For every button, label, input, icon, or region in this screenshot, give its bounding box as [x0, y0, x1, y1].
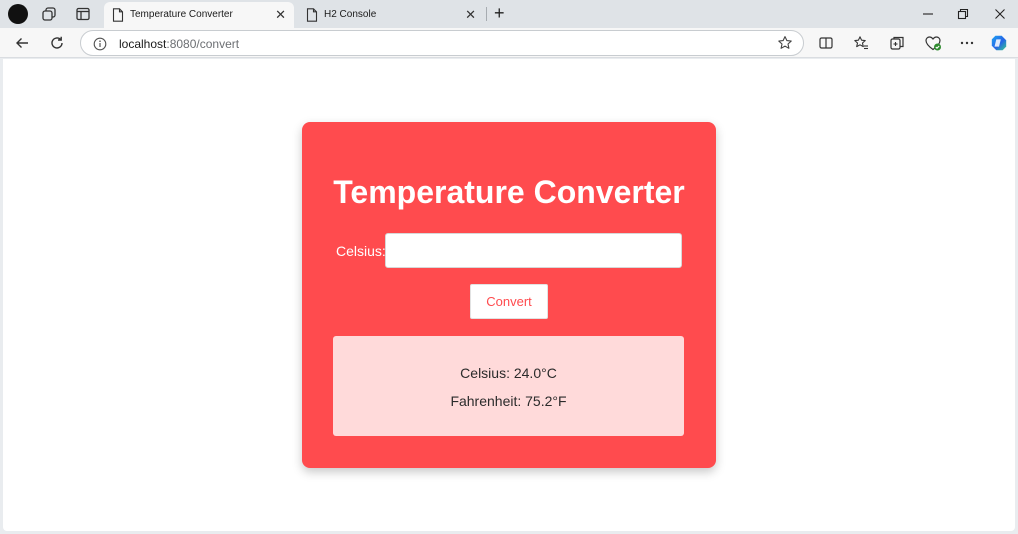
- refresh-icon[interactable]: [47, 33, 67, 53]
- celsius-input[interactable]: [385, 233, 682, 268]
- vertical-tabs-icon[interactable]: [74, 5, 92, 23]
- copilot-icon[interactable]: [990, 34, 1008, 52]
- page-viewport: Temperature Converter Celsius: Convert C…: [3, 59, 1015, 531]
- more-icon[interactable]: [958, 34, 976, 52]
- collections-icon[interactable]: [888, 34, 906, 52]
- converter-card: Temperature Converter Celsius: Convert C…: [302, 122, 716, 468]
- celsius-label: Celsius:: [336, 243, 386, 259]
- workspaces-icon[interactable]: [40, 5, 58, 23]
- split-screen-icon[interactable]: [817, 34, 835, 52]
- tab-title: H2 Console: [324, 9, 377, 20]
- page-title: Temperature Converter: [333, 174, 685, 210]
- browser-toolbar: localhost:8080/convert: [0, 28, 1018, 58]
- fahrenheit-result: Fahrenheit: 75.2°F: [450, 393, 567, 409]
- title-bar: Temperature Converter ✕ H2 Console ✕ +: [0, 0, 1018, 28]
- close-window-icon[interactable]: [990, 4, 1010, 24]
- back-icon[interactable]: [12, 33, 32, 53]
- info-icon[interactable]: [93, 37, 107, 51]
- favorites-icon[interactable]: [852, 34, 870, 52]
- address-bar[interactable]: localhost:8080/convert: [80, 30, 804, 56]
- favorite-star-icon[interactable]: [777, 35, 793, 51]
- profile-icon[interactable]: [8, 4, 28, 24]
- tab-h2-console[interactable]: H2 Console ✕: [298, 2, 484, 28]
- browser-essentials-icon[interactable]: [924, 34, 942, 52]
- close-icon[interactable]: ✕: [465, 7, 476, 23]
- new-tab-icon[interactable]: +: [494, 4, 505, 22]
- restore-icon[interactable]: [953, 4, 973, 24]
- close-icon[interactable]: ✕: [275, 7, 286, 23]
- celsius-result: Celsius: 24.0°C: [460, 365, 557, 381]
- tab-title: Temperature Converter: [130, 9, 233, 20]
- document-icon: [306, 8, 318, 22]
- document-icon: [112, 8, 124, 22]
- minimize-icon[interactable]: [918, 4, 938, 24]
- address-url: localhost:8080/convert: [119, 37, 240, 51]
- result-box: Celsius: 24.0°C Fahrenheit: 75.2°F: [333, 336, 684, 436]
- tab-separator: [486, 7, 487, 21]
- convert-button[interactable]: Convert: [470, 284, 548, 319]
- tab-temperature-converter[interactable]: Temperature Converter ✕: [104, 2, 294, 28]
